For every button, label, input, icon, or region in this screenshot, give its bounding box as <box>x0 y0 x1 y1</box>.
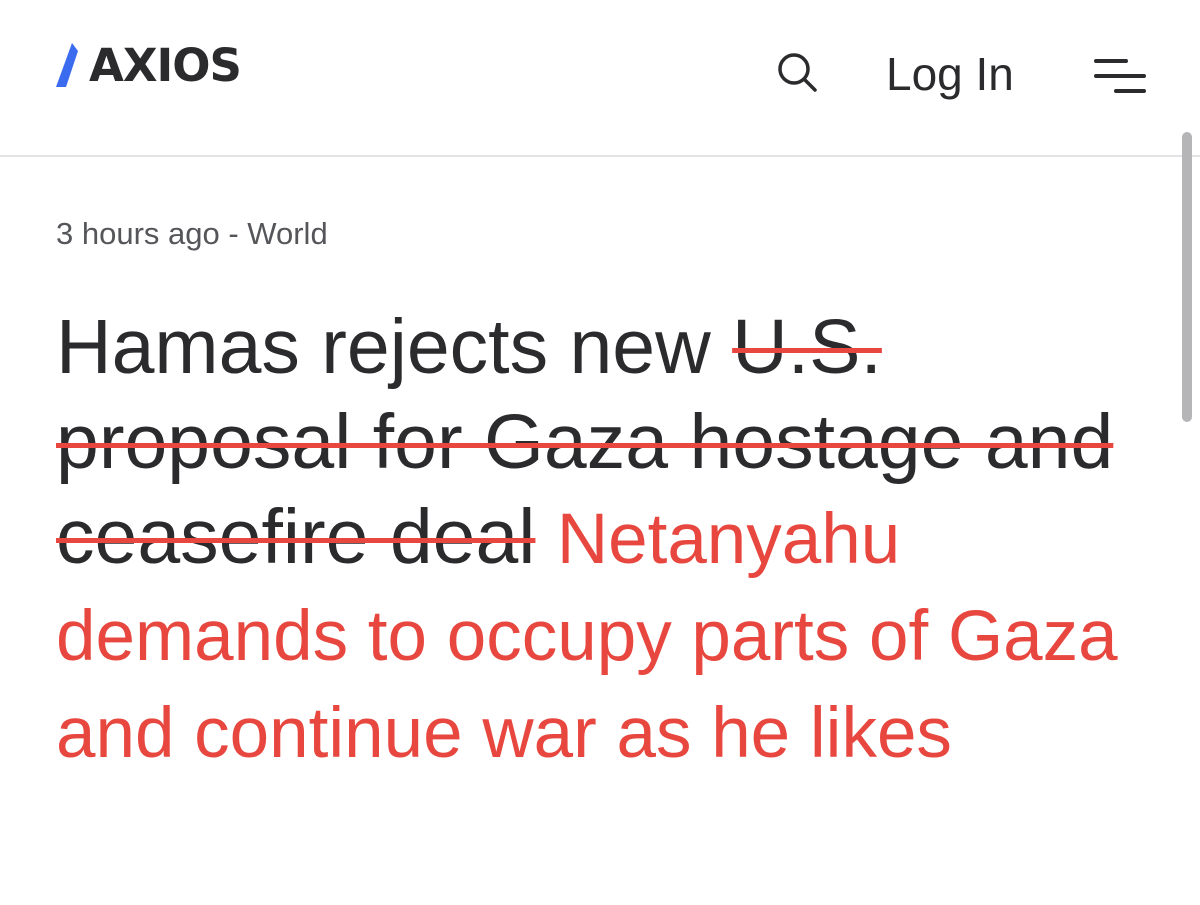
site-header: AXIOS Log In <box>0 0 1200 157</box>
article-section[interactable]: World <box>247 216 327 251</box>
article-headline: Hamas rejects new U.S. proposal for Gaza… <box>56 300 1196 781</box>
article-meta: 3 hours ago - World <box>56 214 328 254</box>
search-button[interactable] <box>774 49 822 97</box>
axios-logo[interactable]: AXIOS <box>56 38 242 92</box>
menu-icon <box>1094 59 1146 93</box>
menu-button[interactable] <box>1090 56 1150 104</box>
login-link[interactable]: Log In <box>886 44 1014 104</box>
meta-separator: - <box>219 216 248 251</box>
axios-logo-text: AXIOS <box>89 38 242 92</box>
search-icon <box>778 53 817 92</box>
axios-logo-mark <box>56 43 78 87</box>
article-timestamp: 3 hours ago <box>56 216 220 251</box>
headline-text: Hamas rejects new <box>56 304 733 390</box>
